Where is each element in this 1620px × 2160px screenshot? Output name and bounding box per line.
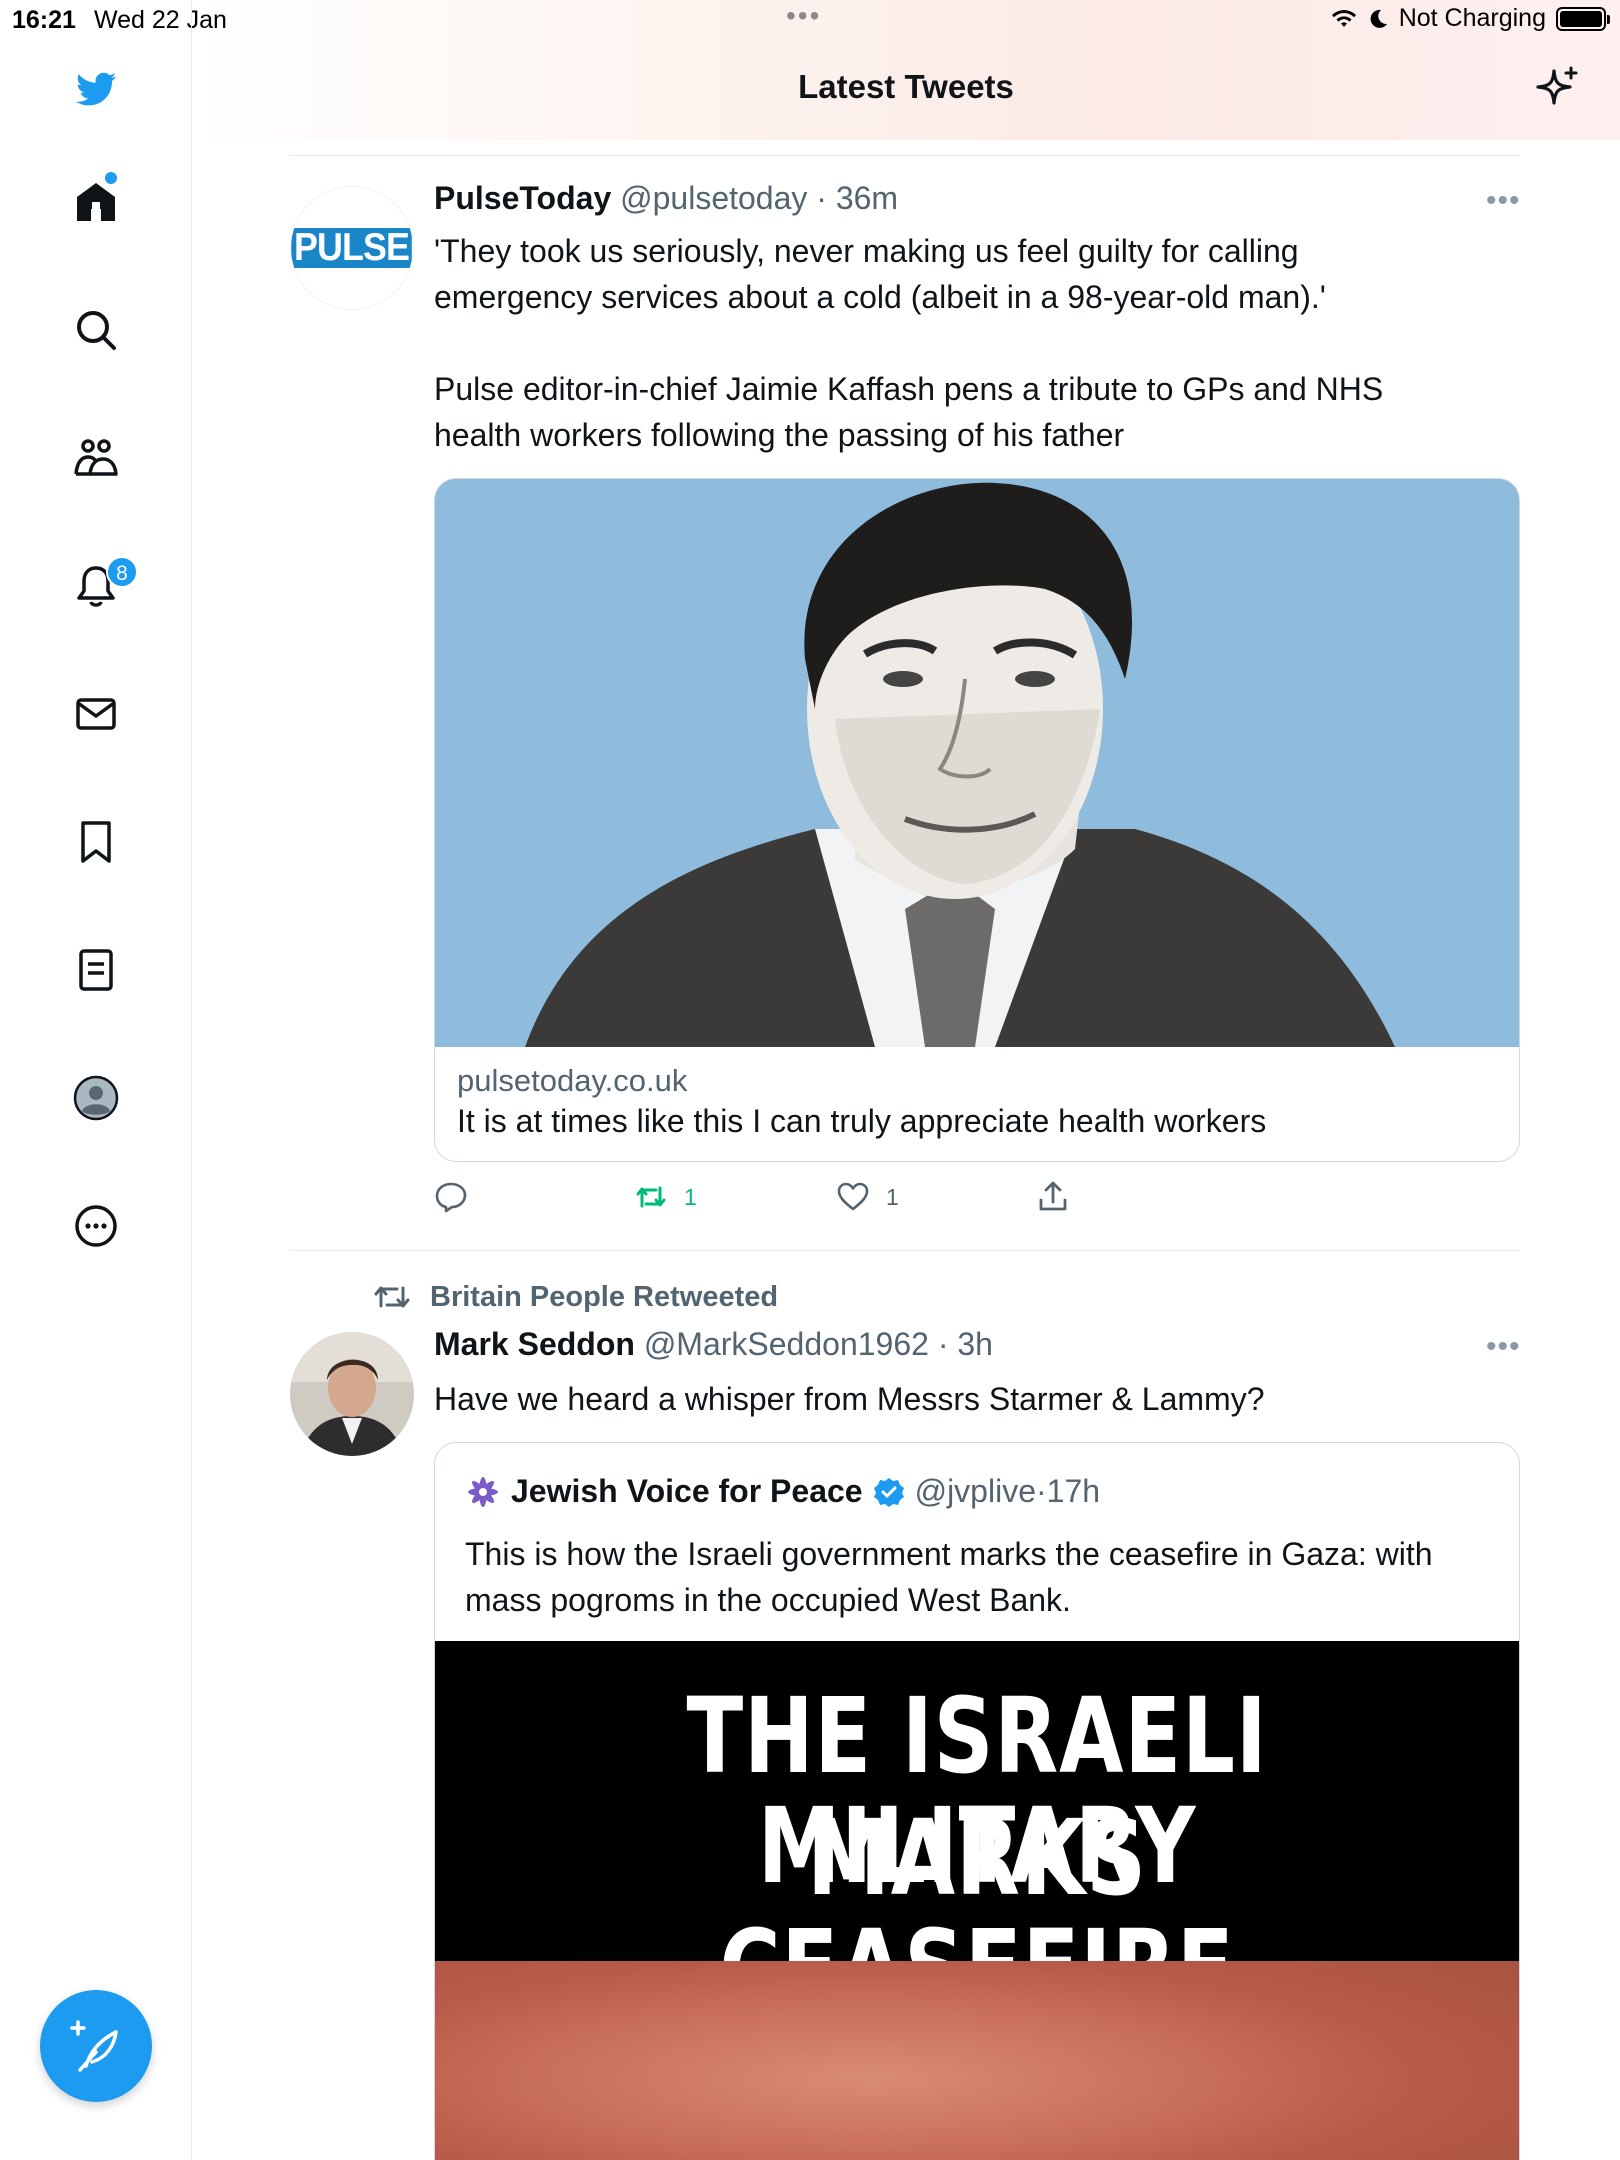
retweet-icon	[636, 1186, 666, 1208]
card-domain: pulsetoday.co.uk	[457, 1063, 688, 1098]
compose-button[interactable]	[40, 1990, 152, 2102]
tweet-time[interactable]: 36m	[836, 180, 898, 216]
tweet-text: Have we heard a whisper from Messrs Star…	[434, 1381, 1265, 1417]
app-screen: 16:21 Wed 22 Jan ••• Not Charging Latest…	[0, 0, 1620, 2160]
retweet-icon	[374, 1286, 410, 1308]
tweet-header: PulseToday @pulsetoday · 36m	[434, 180, 899, 216]
compose-icon	[70, 2020, 118, 2072]
quote-text-line: mass pogroms in the occupied West Bank.	[465, 1582, 1071, 1618]
like-count: 1	[886, 1183, 899, 1210]
tweet-header: Mark Seddon @MarkSeddon1962 · 3h	[434, 1326, 993, 1362]
profile-icon[interactable]	[68, 1070, 124, 1126]
quote-image-photo	[435, 1961, 1519, 2160]
quote-time: 17h	[1046, 1473, 1101, 1509]
avatar[interactable]: PULSE	[290, 186, 414, 310]
retweet-button[interactable]: 1	[634, 1180, 697, 1214]
quote-author-name: Jewish Voice for Peace	[511, 1473, 863, 1509]
status-right: Not Charging	[1331, 4, 1610, 33]
retweet-count: 1	[684, 1183, 697, 1210]
retweeted-by[interactable]: Britain People Retweeted	[372, 1280, 778, 1314]
pulse-logo: PULSE	[291, 228, 413, 268]
portrait-illustration	[435, 479, 1519, 1047]
notification-badge: 8	[106, 556, 138, 588]
avatar-photo	[290, 1332, 414, 1456]
home-unread-dot	[105, 172, 117, 184]
link-card[interactable]: pulsetoday.co.uk It is at times like thi…	[434, 478, 1520, 1162]
quote-image-banner: THE ISRAELI MILITARY MARKS CEASEFIRE	[435, 1641, 1519, 2023]
twitter-bird-icon[interactable]	[68, 62, 124, 118]
communities-icon[interactable]	[68, 430, 124, 486]
charging-status: Not Charging	[1398, 4, 1546, 32]
quoted-tweet[interactable]: Jewish Voice for Peace @jvplive · 17h This…	[434, 1442, 1520, 2160]
battery-icon	[1556, 6, 1610, 31]
sparkle-icon[interactable]	[1534, 65, 1580, 111]
sidebar: 8	[0, 0, 192, 2160]
reply-button[interactable]	[434, 1180, 468, 1214]
verified-badge-icon	[873, 1477, 904, 1507]
wifi-icon	[1331, 9, 1356, 27]
tweet-text: 'They took us seriously, never making us…	[434, 228, 1534, 458]
card-title: It is at times like this I can truly app…	[457, 1103, 1267, 1139]
more-icon[interactable]	[68, 1198, 124, 1254]
tweet-text-line: Pulse editor-in-chief Jaimie Kaffash pen…	[434, 371, 1384, 407]
quote-text: This is how the Israeli government marks…	[465, 1531, 1495, 1623]
heart-icon	[837, 1182, 869, 1211]
author-handle[interactable]: @pulsetoday	[620, 180, 807, 216]
retweeted-by-label: Britain People Retweeted	[430, 1280, 779, 1313]
search-icon[interactable]	[68, 302, 124, 358]
share-button[interactable]	[1036, 1180, 1070, 1214]
tweet-more-icon[interactable]: •••	[1486, 1330, 1521, 1364]
avatar[interactable]	[290, 1332, 414, 1456]
tweet-text-line: 'They took us seriously, never making us…	[434, 233, 1299, 269]
quote-header: Jewish Voice for Peace @jvplive · 17h	[465, 1473, 1100, 1510]
author-handle[interactable]: @MarkSeddon1962	[644, 1326, 929, 1362]
timeline-divider	[290, 155, 1520, 156]
lists-icon[interactable]	[68, 942, 124, 998]
page-title: Latest Tweets	[798, 68, 1014, 105]
moon-icon	[1370, 9, 1387, 28]
reply-icon	[435, 1182, 467, 1213]
tweet-time[interactable]: 3h	[957, 1326, 993, 1362]
share-icon	[1039, 1181, 1067, 1211]
status-bar: 16:21 Wed 22 Jan ••• Not Charging	[0, 0, 1620, 40]
author-name[interactable]: Mark Seddon	[434, 1326, 635, 1362]
quote-text-line: This is how the Israeli government marks…	[465, 1536, 1433, 1572]
tweet-text-blank	[434, 320, 1534, 366]
tweet-text-line: emergency services about a cold (albeit …	[434, 279, 1326, 315]
mail-icon[interactable]	[68, 686, 124, 742]
tweet-text-line: health workers following the passing of …	[434, 417, 1125, 453]
tweet-more-icon[interactable]: •••	[1486, 184, 1521, 218]
quote-author-handle: @jvplive	[914, 1473, 1036, 1509]
timeline-divider	[290, 1250, 1520, 1251]
home-icon[interactable]	[68, 174, 124, 230]
bookmark-icon[interactable]	[68, 814, 124, 870]
multitasking-dots-icon[interactable]: •••	[786, 0, 821, 32]
card-image	[435, 479, 1519, 1047]
jvp-logo-icon	[468, 1476, 498, 1507]
author-name[interactable]: PulseToday	[434, 180, 611, 216]
like-button[interactable]: 1	[836, 1180, 899, 1214]
